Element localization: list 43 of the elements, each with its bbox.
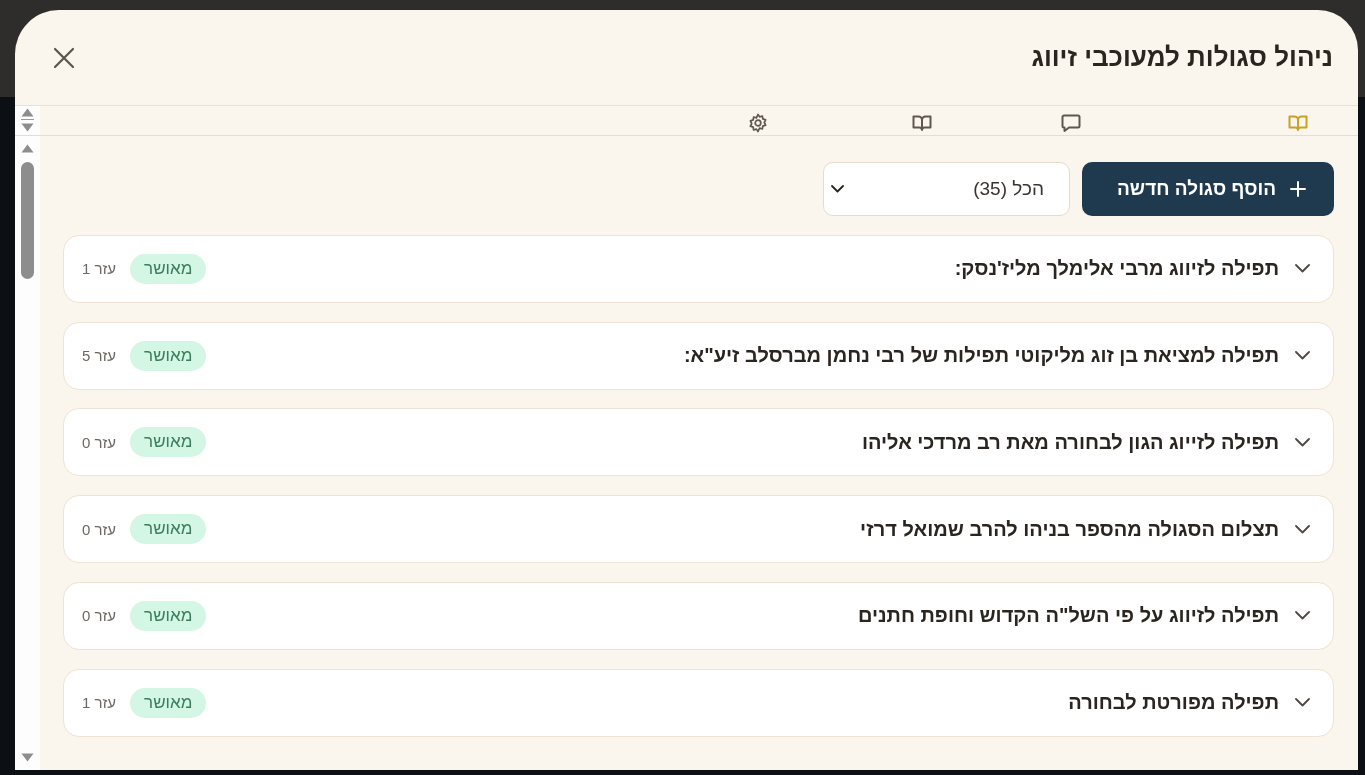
help-count: עזר 0	[82, 520, 117, 538]
book-icon	[912, 113, 932, 133]
chevron-down-icon	[831, 185, 844, 193]
tab[interactable]	[1061, 113, 1081, 133]
item-title: תפילה לזיווג על פי השל"ה הקדוש וחופת חתנים	[857, 604, 1279, 628]
scroll-up-arrow[interactable]	[21, 144, 34, 153]
accordion-item[interactable]: עזר 5 מאושר תפילה למציאת בן זוג מליקוטי תפילות של רבי נחמן מברסלב זיע"א:	[63, 321, 1334, 390]
item-title: תפילה לזיווג מרבי אלימלך מליז'נסק:	[954, 257, 1279, 281]
item-title: תפילה מפורטת לבחורה	[1068, 691, 1279, 715]
item-title: תפילה למציאת בן זוג מליקוטי תפילות של רבי נחמן מברסלב זיע"א:	[683, 344, 1279, 368]
add-button[interactable]: הוסף סגולה חדשה	[1082, 162, 1334, 216]
dialog-title: ניהול סגולות למעוכבי זיווג	[1031, 42, 1333, 73]
tab[interactable]	[912, 113, 932, 133]
help-count: עזר 0	[82, 433, 117, 451]
chat-bubble-icon	[1061, 113, 1081, 133]
status-badge: מאושר	[130, 427, 207, 458]
help-count: עזר 1	[82, 694, 117, 712]
scroll-up-arrow[interactable]	[21, 108, 34, 117]
status-badge: מאושר	[130, 340, 207, 371]
accordion-item[interactable]: עזר 0 מאושר תפילה לזיווג על פי השל"ה הקדוש וחופת חתנים	[63, 582, 1334, 650]
accordion-item[interactable]: עזר 1 מאושר תפילה לזיווג מרבי אלימלך מליז'נסק:	[63, 234, 1334, 303]
scroll-down-arrow[interactable]	[21, 753, 34, 762]
close-icon	[53, 46, 75, 69]
item-title: תצלום הסגולה מהספר בניהו להרב שמואל דרזי	[860, 517, 1279, 541]
accordion-item[interactable]: עזר 1 מאושר תפילה מפורטת לבחורה	[63, 668, 1334, 737]
status-badge: מאושר	[130, 514, 207, 545]
scroll-down-arrow[interactable]	[21, 123, 34, 132]
status-badge: מאושר	[130, 253, 207, 284]
scrollbar-thumb[interactable]	[21, 162, 34, 279]
tab[interactable]	[748, 113, 768, 133]
help-count: עזר 5	[82, 347, 117, 365]
accordion-item[interactable]: עזר 0 מאושר תפילה לזייוג הגון לבחורה מאת רב מרדכי אליהו	[63, 408, 1334, 477]
close-button[interactable]	[53, 46, 75, 69]
item-title: תפילה לזייוג הגון לבחורה מאת רב מרדכי אליהו	[861, 430, 1279, 454]
book-icon	[1288, 113, 1308, 133]
gear-icon	[748, 113, 768, 133]
help-count: עזר 1	[82, 260, 117, 278]
status-badge: מאושר	[130, 601, 207, 631]
accordion-item[interactable]: עזר 0 מאושר תצלום הסגולה מהספר בניהו להרב שמואל דרזי	[63, 495, 1334, 564]
help-count: עזר 0	[82, 607, 117, 625]
filter-select[interactable]: הכל (35)	[823, 162, 1070, 216]
status-badge: מאושר	[130, 687, 207, 718]
plus-icon	[1290, 181, 1306, 197]
